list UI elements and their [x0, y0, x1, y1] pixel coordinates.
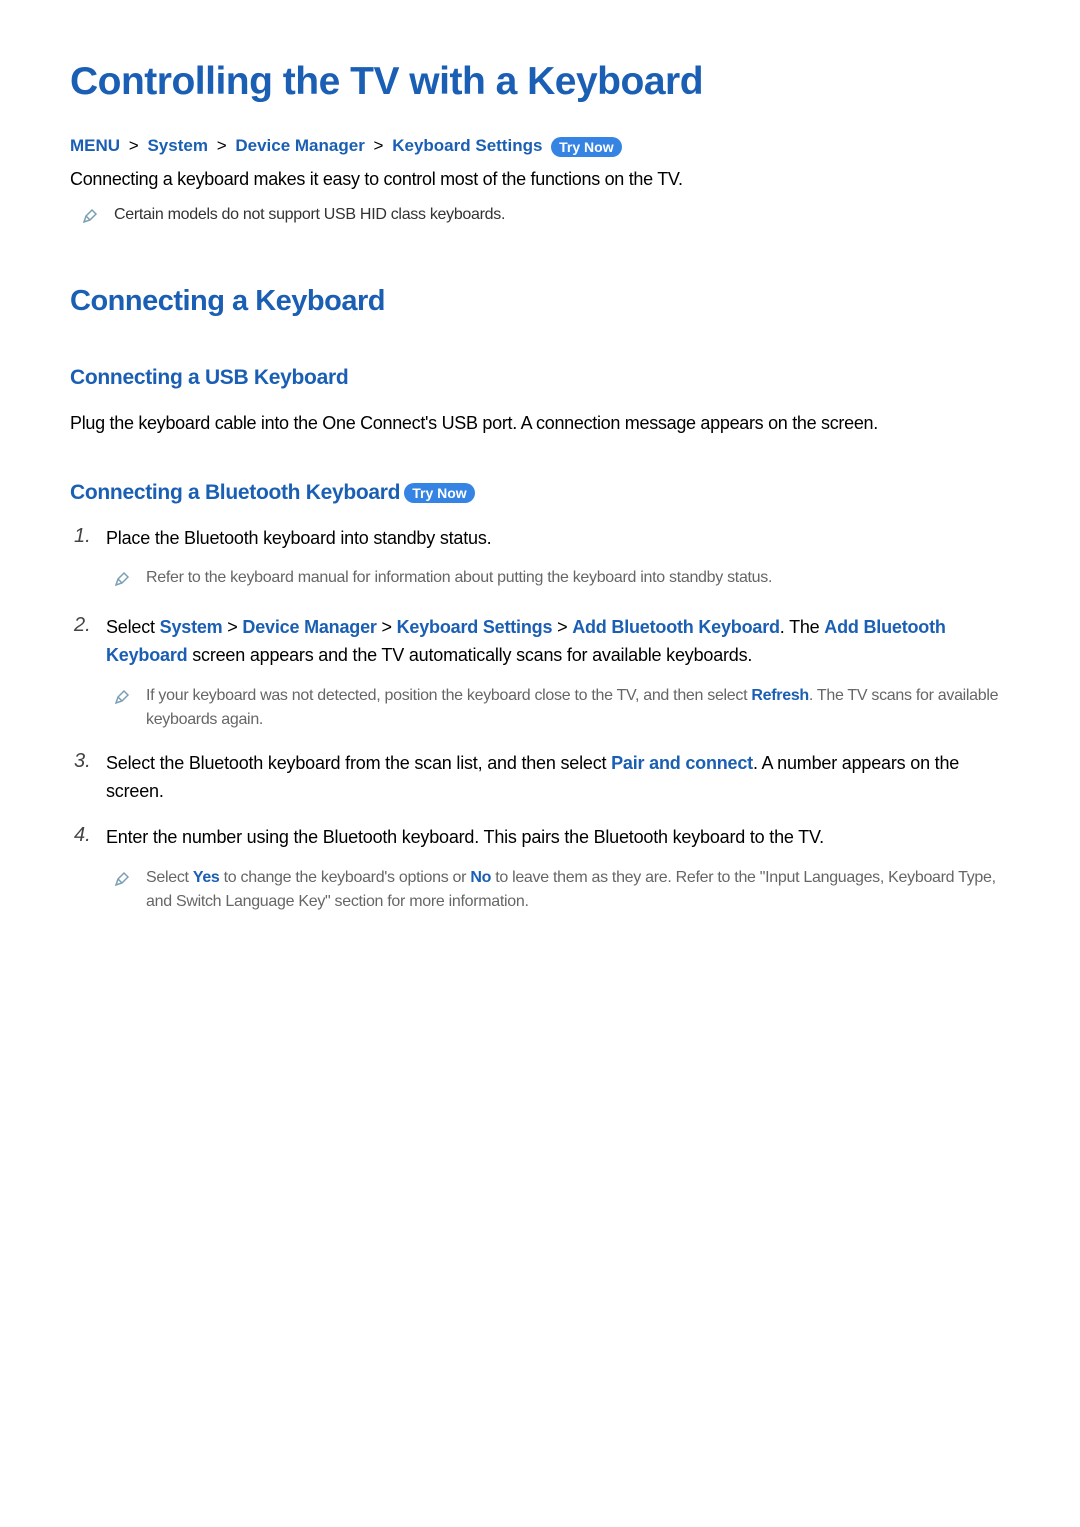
try-now-badge[interactable]: Try Now [551, 137, 621, 157]
step-number: 1. [74, 525, 106, 548]
path-device-manager: Device Manager [242, 617, 376, 637]
path-sep: > [557, 617, 567, 637]
step-4-note-text: Select Yes to change the keyboard's opti… [146, 866, 1010, 914]
steps-list: 1. Place the Bluetooth keyboard into sta… [70, 525, 1010, 914]
pencil-icon [114, 568, 130, 596]
breadcrumb-item-device-manager: Device Manager [235, 136, 364, 155]
path-keyboard-settings: Keyboard Settings [397, 617, 553, 637]
keyword-no: No [470, 869, 491, 886]
keyword-yes: Yes [193, 869, 220, 886]
try-now-badge[interactable]: Try Now [404, 483, 474, 503]
step-4-note-pre: Select [146, 869, 193, 886]
intro-note-text: Certain models do not support USB HID cl… [114, 206, 505, 224]
step-4-text: Enter the number using the Bluetooth key… [106, 827, 824, 847]
step-2: 2. Select System > Device Manager > Keyb… [70, 614, 1010, 732]
step-1: 1. Place the Bluetooth keyboard into sta… [70, 525, 1010, 597]
breadcrumb-sep: > [374, 136, 384, 155]
step-4-note: Select Yes to change the keyboard's opti… [114, 866, 1010, 914]
breadcrumb-sep: > [217, 136, 227, 155]
keyword-refresh: Refresh [751, 687, 808, 704]
step-2-note: If your keyboard was not detected, posit… [114, 684, 1010, 732]
step-1-text: Place the Bluetooth keyboard into standb… [106, 528, 491, 548]
breadcrumb-item-keyboard-settings: Keyboard Settings [392, 136, 542, 155]
breadcrumb: MENU > System > Device Manager > Keyboar… [70, 136, 1010, 157]
step-2-text-pre: Select [106, 617, 160, 637]
path-sep: > [382, 617, 392, 637]
step-2-text-mid1: . The [780, 617, 825, 637]
section-usb-keyboard: Connecting a USB Keyboard [70, 366, 1010, 390]
step-number: 4. [74, 824, 106, 847]
pencil-icon [114, 686, 130, 714]
step-number: 2. [74, 614, 106, 637]
path-add-bluetooth-keyboard: Add Bluetooth Keyboard [572, 617, 780, 637]
pencil-icon [114, 868, 130, 896]
step-2-note-text: If your keyboard was not detected, posit… [146, 684, 1010, 732]
keyword-pair-and-connect: Pair and connect [611, 753, 753, 773]
step-3: 3. Select the Bluetooth keyboard from th… [70, 750, 1010, 806]
usb-body-text: Plug the keyboard cable into the One Con… [70, 410, 1010, 437]
pencil-icon [82, 208, 98, 229]
step-2-text-post: screen appears and the TV automatically … [187, 645, 752, 665]
intro-note: Certain models do not support USB HID cl… [82, 206, 1010, 229]
breadcrumb-sep: > [129, 136, 139, 155]
breadcrumb-item-menu: MENU [70, 136, 120, 155]
step-3-text-pre: Select the Bluetooth keyboard from the s… [106, 753, 611, 773]
step-4: 4. Enter the number using the Bluetooth … [70, 824, 1010, 914]
breadcrumb-item-system: System [147, 136, 207, 155]
section-connecting-keyboard: Connecting a Keyboard [70, 285, 1010, 318]
path-system: System [160, 617, 223, 637]
section-bluetooth-keyboard: Connecting a Bluetooth Keyboard [70, 481, 400, 505]
step-1-note-text: Refer to the keyboard manual for informa… [146, 566, 772, 590]
step-2-note-pre: If your keyboard was not detected, posit… [146, 687, 751, 704]
step-1-note: Refer to the keyboard manual for informa… [114, 566, 1010, 596]
step-4-note-mid: to change the keyboard's options or [220, 869, 471, 886]
step-number: 3. [74, 750, 106, 773]
page-title: Controlling the TV with a Keyboard [70, 60, 1010, 104]
path-sep: > [227, 617, 237, 637]
intro-text: Connecting a keyboard makes it easy to c… [70, 169, 1010, 190]
